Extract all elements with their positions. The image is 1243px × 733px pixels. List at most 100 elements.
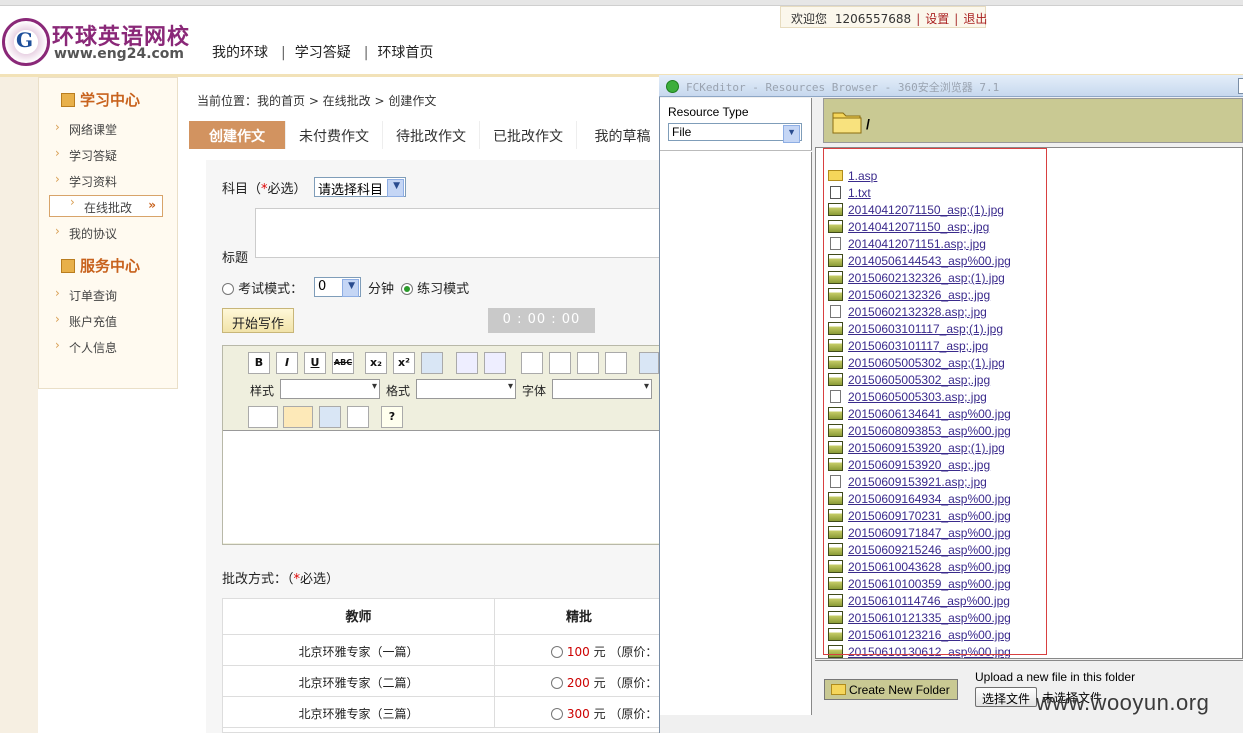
sidebar-heading-study: 学习中心	[61, 89, 140, 110]
panel-divider	[660, 150, 812, 152]
tab-create[interactable]: 创建作文	[189, 121, 286, 149]
bold-button[interactable]: B	[248, 352, 270, 374]
tab-bar: 创建作文 未付费作文 待批改作文 已批改作文 我的草稿	[189, 121, 669, 149]
current-folder-bar	[823, 98, 1243, 143]
subscript-button[interactable]: x₂	[365, 352, 387, 374]
exam-mode-radio[interactable]	[222, 283, 234, 295]
window-control-button[interactable]	[1238, 78, 1243, 94]
start-writing-button[interactable]: 开始写作	[222, 308, 294, 333]
format-combo[interactable]	[416, 379, 516, 399]
pricing-table: 教师 精批 北京环雅专家（一篇） 100 元 （原价： 北京环雅专家（二篇） 2…	[222, 598, 663, 733]
folder-icon	[61, 259, 75, 273]
user-id: 1206557688	[834, 12, 912, 26]
logout-link[interactable]: 退出	[963, 12, 987, 26]
price-radio[interactable]	[551, 708, 563, 720]
sidebar-item-profile[interactable]: 个人信息	[55, 338, 117, 356]
price-cell[interactable]: 200 元 （原价：	[551, 666, 657, 697]
sidebar-item-recharge[interactable]: 账户充值	[55, 312, 117, 330]
sidebar-item-label: 在线批改	[84, 201, 133, 215]
window-title: FCKeditor - Resources Browser - 360安全浏览器…	[686, 81, 1000, 94]
teacher-cell: 北京环雅专家（二篇）	[223, 666, 495, 697]
sidebar-item-agreement[interactable]: 我的协议	[55, 224, 117, 242]
sidebar-item-orders[interactable]: 订单查询	[55, 286, 117, 304]
resource-type-panel	[660, 98, 812, 715]
sidebar-heading-service: 服务中心	[61, 255, 140, 276]
main-nav: 我的环球 | 学习答疑 | 环球首页	[212, 45, 434, 61]
header-teacher: 教师	[223, 599, 495, 635]
nav-my-global[interactable]: 我的环球	[212, 45, 268, 61]
practice-mode-option[interactable]: 练习模式	[401, 278, 469, 297]
minutes-select[interactable]: 0 ▼	[314, 277, 361, 297]
chevron-down-icon: ▼	[393, 181, 400, 191]
table-row: 北京环雅专家（一篇） 100 元 （原价：	[223, 635, 663, 666]
resource-type-select[interactable]: File ▼	[668, 123, 802, 143]
help-icon[interactable]: ?	[381, 406, 403, 428]
welcome-bar: 欢迎您 1206557688 | 设置 | 退出	[780, 6, 987, 28]
font-combo[interactable]	[552, 379, 652, 399]
chevron-down-icon: ▼	[348, 281, 355, 291]
folder-icon	[832, 112, 862, 134]
site-url: www.eng24.com	[54, 46, 185, 62]
align-justify-icon[interactable]	[605, 352, 627, 374]
source-icon[interactable]	[319, 406, 341, 428]
underline-button[interactable]: U	[304, 352, 326, 374]
logo-letter: G	[16, 28, 34, 52]
superscript-button[interactable]: x²	[393, 352, 415, 374]
nav-home[interactable]: 环球首页	[377, 45, 433, 61]
choose-file-button[interactable]: 选择文件	[975, 687, 1037, 707]
nav-qa[interactable]: 学习答疑	[295, 45, 351, 61]
breadcrumb: 当前位置：我的首页 > 在线批改 > 创建作文	[197, 94, 437, 108]
tab-corrected[interactable]: 已批改作文	[480, 121, 577, 149]
unordered-list-icon[interactable]	[484, 352, 506, 374]
format-label: 格式	[386, 384, 411, 398]
chevron-down-icon: ▼	[787, 127, 796, 137]
price-radio[interactable]	[551, 677, 563, 689]
writing-timer: 0 : 00 : 00	[488, 308, 595, 333]
align-left-icon[interactable]	[521, 352, 543, 374]
browser-logo-icon	[666, 80, 679, 93]
sidebar-heading-label: 学习中心	[80, 91, 141, 109]
active-arrow-icon: »	[148, 198, 156, 212]
resource-type-label: Resource Type	[668, 105, 749, 119]
style-combo[interactable]	[280, 379, 380, 399]
preview-icon[interactable]	[347, 406, 369, 428]
picture-icon[interactable]	[639, 352, 659, 374]
tab-drafts[interactable]: 我的草稿	[577, 121, 669, 149]
tab-pending[interactable]: 待批改作文	[383, 121, 480, 149]
table-row: 北京环雅专家（二篇） 200 元 （原价：	[223, 666, 663, 697]
text-color-icon[interactable]	[248, 406, 278, 428]
title-input[interactable]	[255, 208, 665, 258]
current-path: /	[866, 116, 870, 132]
sidebar-item-materials[interactable]: 学习资料	[55, 172, 117, 190]
exam-mode-option[interactable]: 考试模式：	[222, 278, 303, 297]
italic-button[interactable]: I	[276, 352, 298, 374]
minutes-label: 分钟	[368, 282, 395, 297]
tab-unpaid[interactable]: 未付费作文	[286, 121, 383, 149]
price-cell[interactable]: 100 元 （原价：	[551, 635, 657, 666]
font-label: 字体	[522, 384, 547, 398]
editor-text-area[interactable]	[223, 430, 661, 543]
practice-mode-radio[interactable]	[401, 283, 413, 295]
price-cell[interactable]: 300 元 （原价：	[551, 697, 657, 728]
sidebar: 学习中心 网络课堂 学习答疑 学习资料 在线批改 » 我的协议 服务中心 订单查询…	[38, 77, 178, 389]
table-row: 北京环雅专家（三篇） 300 元 （原价：	[223, 697, 663, 728]
align-center-icon[interactable]	[549, 352, 571, 374]
settings-link[interactable]: 设置	[925, 12, 949, 26]
ordered-list-icon[interactable]	[456, 352, 478, 374]
table-header-row: 教师 精批	[223, 599, 663, 635]
sidebar-item-qa[interactable]: 学习答疑	[55, 146, 117, 164]
folder-icon	[831, 684, 846, 695]
insert-image-icon[interactable]	[421, 352, 443, 374]
highlight-annotation	[823, 148, 1047, 655]
create-folder-button[interactable]: Create New Folder	[824, 679, 958, 700]
correction-mode-label: 批改方式：（*必选）	[222, 572, 340, 587]
sidebar-item-online-class[interactable]: 网络课堂	[55, 120, 117, 138]
page-left-margin	[0, 77, 38, 733]
teacher-cell: 北京环雅专家（三篇）	[223, 697, 495, 728]
background-color-icon[interactable]	[283, 406, 313, 428]
align-right-icon[interactable]	[577, 352, 599, 374]
price-radio[interactable]	[551, 646, 563, 658]
sidebar-item-online-correction[interactable]: 在线批改 »	[49, 195, 163, 217]
strikethrough-button[interactable]: ABC	[332, 352, 354, 374]
subject-select[interactable]: 请选择科目 ▼	[314, 177, 406, 198]
